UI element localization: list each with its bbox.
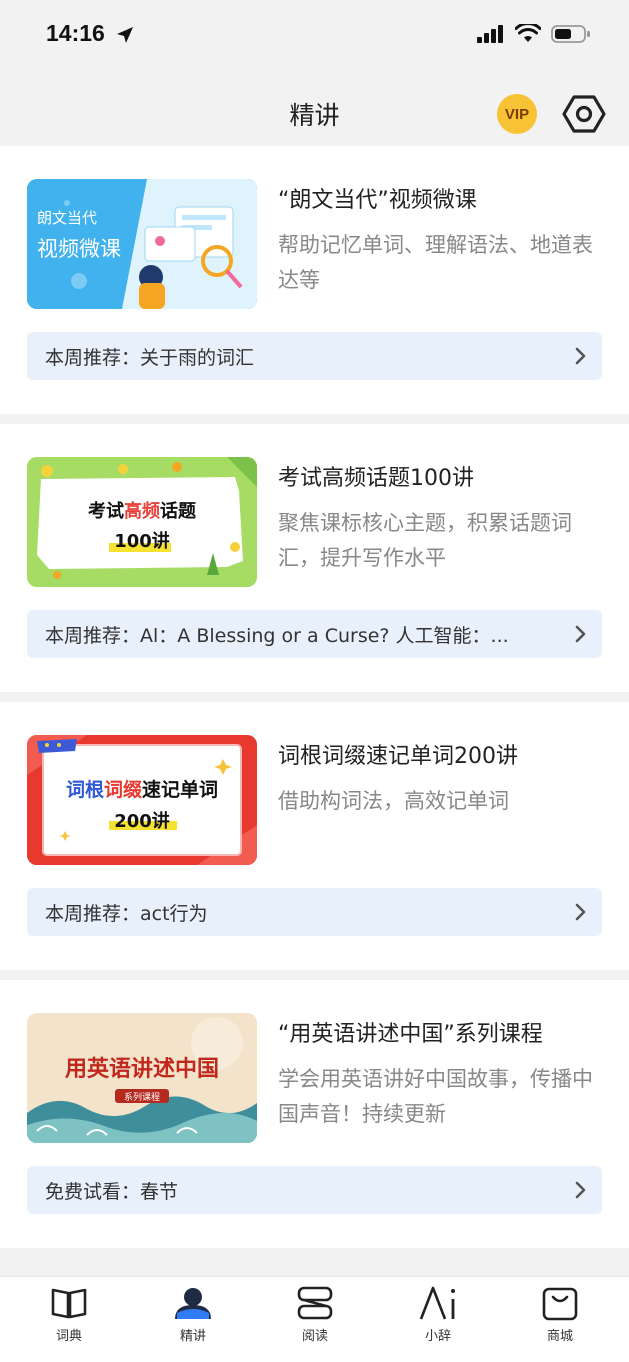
thumbnail-caption-large: 用英语讲述中国 (64, 1056, 219, 1082)
tab-label: 精讲 (179, 1329, 206, 1344)
free-preview[interactable]: 免费试看：春节 (27, 1166, 602, 1214)
course-thumbnail: 朗文当代 视频微课 (27, 179, 257, 309)
tab-label: 阅读 (301, 1329, 328, 1344)
chevron-right-icon (575, 903, 586, 921)
ai-icon (419, 1286, 455, 1320)
status-icons (477, 24, 591, 44)
tab-ai[interactable]: 小辞 (393, 1285, 483, 1344)
wifi-icon (515, 24, 541, 42)
course-thumbnail: 用英语讲述中国 系列课程 (27, 1013, 257, 1143)
thumbnail-caption-number: 200讲 (114, 811, 170, 832)
thumbnail-caption-large: 考试高频话题 (27, 497, 257, 523)
thumbnail-caption-large: 视频微课 (37, 237, 121, 261)
thumbnail-caption-large: 词根词缀速记单词 (27, 775, 257, 802)
thumbnail-caption-part: 词根 (65, 779, 104, 801)
cellular-signal-icon (477, 25, 503, 43)
thumbnail-caption-part: 速记单词 (142, 779, 219, 801)
tab-label: 小辞 (424, 1329, 451, 1344)
tab-lectures[interactable]: 精讲 (148, 1285, 238, 1344)
course-card[interactable]: 朗文当代 视频微课 “朗文当代”视频微课 帮助记忆单词、理解语法、地道表达等 本… (0, 146, 629, 414)
thumbnail-caption-small: 朗文当代 (37, 209, 98, 227)
weekly-recommendation[interactable]: 本周推荐：Al：A Blessing or a Curse? 人工智能：... (27, 610, 602, 658)
recommendation-text: 本周推荐：act行为 (45, 902, 208, 925)
weekly-recommendation[interactable]: 本周推荐：act行为 (27, 888, 602, 936)
battery-icon (551, 25, 590, 43)
recommendation-text: 本周推荐：Al：A Blessing or a Curse? 人工智能：... (45, 624, 509, 647)
settings-icon[interactable] (562, 92, 606, 136)
chevron-right-icon (575, 1181, 586, 1199)
thumbnail-caption-number: 100讲 (114, 531, 170, 552)
course-card[interactable]: 考试高频话题 100讲 考试高频话题100讲 聚焦课标核心主题，积累话题词汇，提… (0, 424, 629, 692)
bottom-tab-bar: 词典 精讲 阅读 小辞 商城 (0, 1276, 629, 1362)
course-description: 借助构词法，高效记单词 (278, 789, 509, 813)
thumbnail-caption-highlight: 高频 (124, 501, 160, 522)
lecture-icon (175, 1288, 211, 1319)
course-title[interactable]: “朗文当代”视频微课 (278, 182, 477, 214)
status-bar: 14:16 (0, 0, 629, 72)
chevron-right-icon (575, 347, 586, 365)
course-thumbnail: 考试高频话题 100讲 (27, 457, 257, 587)
shopping-bag-icon (542, 1287, 578, 1321)
thumbnail-caption-small: 系列课程 (123, 1093, 160, 1103)
course-card[interactable]: 词根词缀速记单词 200讲 词根词缀速记单词200讲 借助构词法，高效记单词 本… (0, 702, 629, 970)
thumbnail-caption-part: 考试 (88, 501, 124, 522)
course-title[interactable]: 考试高频话题100讲 (278, 460, 474, 492)
tab-label: 词典 (55, 1329, 82, 1344)
course-description: 帮助记忆单词、理解语法、地道表达等 (278, 233, 593, 292)
recommendation-text: 本周推荐：关于雨的词汇 (45, 346, 255, 369)
thumbnail-caption-part: 话题 (160, 501, 196, 522)
course-thumbnail: 词根词缀速记单词 200讲 (27, 735, 257, 865)
tab-label: 商城 (546, 1329, 573, 1344)
status-time: 14:16 (46, 20, 105, 46)
tab-store[interactable]: 商城 (515, 1285, 605, 1344)
course-title[interactable]: 词根词缀速记单词200讲 (278, 738, 518, 770)
chevron-right-icon (575, 625, 586, 643)
reading-icon (297, 1286, 333, 1320)
course-description: 学会用英语讲好中国故事，传播中国声音！持续更新 (278, 1067, 593, 1126)
vip-button[interactable]: VIP (497, 94, 537, 134)
tab-reading[interactable]: 阅读 (270, 1285, 360, 1344)
course-title[interactable]: “用英语讲述中国”系列课程 (278, 1016, 543, 1048)
book-icon (51, 1288, 87, 1319)
recommendation-text: 免费试看：春节 (45, 1180, 179, 1203)
weekly-recommendation[interactable]: 本周推荐：关于雨的词汇 (27, 332, 602, 380)
location-arrow-icon (117, 27, 133, 43)
course-description: 聚焦课标核心主题，积累话题词汇，提升写作水平 (278, 511, 572, 570)
thumbnail-caption-highlight: 词缀 (103, 779, 142, 801)
course-card[interactable]: 用英语讲述中国 系列课程 “用英语讲述中国”系列课程 学会用英语讲好中国故事，传… (0, 980, 629, 1248)
tab-dictionary[interactable]: 词典 (24, 1285, 114, 1344)
